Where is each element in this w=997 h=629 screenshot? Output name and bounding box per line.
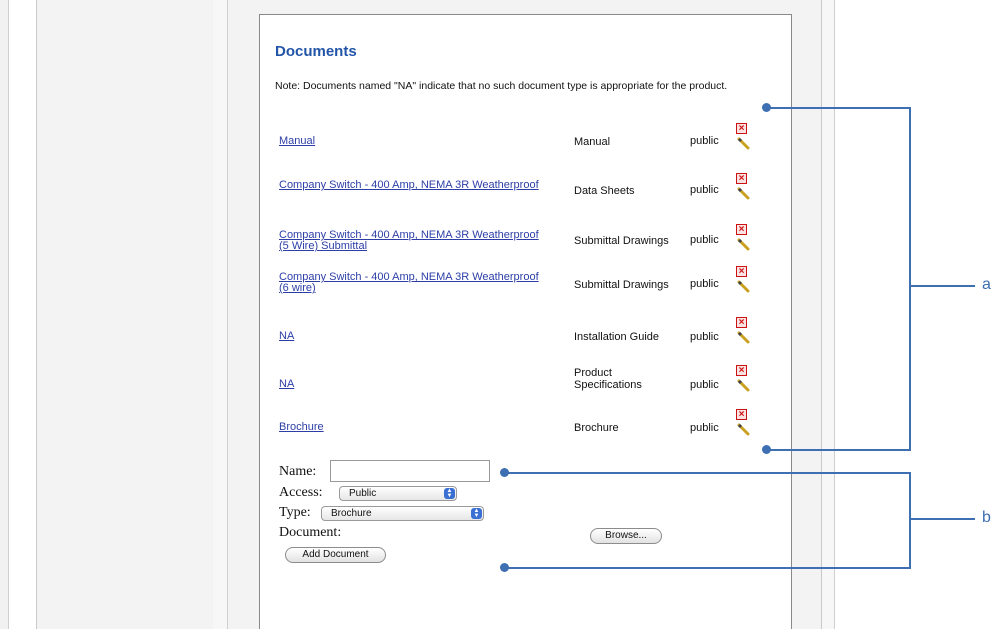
type-label: Type:	[279, 505, 311, 520]
document-row: NA Product Specifications public ×	[260, 365, 793, 401]
delete-x-icon[interactable]: ×	[736, 224, 747, 235]
left-column-edge	[213, 0, 228, 629]
document-row: Company Switch - 400 Amp, NEMA 3R Weathe…	[260, 171, 793, 207]
document-access: public	[690, 379, 719, 391]
delete-x-icon[interactable]: ×	[736, 266, 747, 277]
document-row: Company Switch - 400 Amp, NEMA 3R Weathe…	[260, 221, 793, 257]
document-type: Submittal Drawings	[574, 235, 669, 247]
document-access: public	[690, 184, 719, 196]
pencil-icon[interactable]	[737, 330, 751, 344]
select-arrows-icon: ▲ ▼	[444, 488, 455, 499]
type-selected-value: Brochure	[331, 508, 372, 519]
document-row: Manual Manual public ×	[260, 121, 793, 157]
callout-line	[505, 472, 911, 474]
callout-line	[505, 567, 911, 569]
document-link[interactable]: Manual	[279, 136, 539, 147]
left-frame	[0, 0, 9, 629]
callout-line	[911, 518, 975, 520]
access-select[interactable]: Public ▲ ▼	[339, 486, 457, 501]
document-access: public	[690, 234, 719, 246]
document-link[interactable]: NA	[279, 331, 539, 342]
document-label: Document:	[279, 525, 342, 540]
callout-line	[767, 107, 911, 109]
delete-x-icon[interactable]: ×	[736, 123, 747, 134]
pencil-icon[interactable]	[737, 237, 751, 251]
right-frame	[822, 0, 835, 629]
delete-x-icon[interactable]: ×	[736, 409, 747, 420]
documents-panel: Documents Note: Documents named "NA" ind…	[259, 14, 792, 629]
document-access: public	[690, 135, 719, 147]
name-input[interactable]	[330, 460, 490, 482]
callout-bracket	[909, 107, 911, 451]
browse-button[interactable]: Browse...	[590, 528, 662, 544]
document-link[interactable]: Company Switch - 400 Amp, NEMA 3R Weathe…	[279, 272, 539, 294]
callout-bracket	[909, 472, 911, 569]
document-access: public	[690, 422, 719, 434]
document-type: Product Specifications	[574, 367, 642, 391]
document-link[interactable]: Company Switch - 400 Amp, NEMA 3R Weathe…	[279, 230, 539, 252]
callout-line	[767, 449, 911, 451]
callout-line	[911, 285, 975, 287]
name-label: Name:	[279, 464, 317, 479]
pencil-icon[interactable]	[737, 136, 751, 150]
document-type: Installation Guide	[574, 331, 659, 343]
pencil-icon[interactable]	[737, 378, 751, 392]
document-row: NA Installation Guide public ×	[260, 317, 793, 353]
callout-label-b: b	[982, 509, 991, 526]
add-document-button[interactable]: Add Document	[285, 547, 386, 563]
document-row: Brochure Brochure public ×	[260, 409, 793, 448]
document-link[interactable]: NA	[279, 379, 539, 390]
pencil-icon[interactable]	[737, 186, 751, 200]
document-type: Brochure	[574, 422, 619, 434]
delete-x-icon[interactable]: ×	[736, 317, 747, 328]
access-label: Access:	[279, 485, 323, 500]
pencil-icon[interactable]	[737, 422, 751, 436]
documents-note: Note: Documents named "NA" indicate that…	[275, 80, 728, 92]
callout-label-a: a	[982, 276, 991, 293]
documents-title: Documents	[275, 43, 357, 60]
access-selected-value: Public	[349, 488, 377, 499]
document-row: Company Switch - 400 Amp, NEMA 3R Weathe…	[260, 266, 793, 305]
document-access: public	[690, 331, 719, 343]
left-column	[36, 0, 214, 629]
document-type: Data Sheets	[574, 185, 635, 197]
type-select[interactable]: Brochure ▲ ▼	[321, 506, 484, 521]
document-link[interactable]: Brochure	[279, 422, 539, 433]
delete-x-icon[interactable]: ×	[736, 173, 747, 184]
delete-x-icon[interactable]: ×	[736, 365, 747, 376]
document-type: Manual	[574, 136, 611, 148]
document-access: public	[690, 278, 719, 290]
document-type: Submittal Drawings	[574, 279, 669, 291]
document-link[interactable]: Company Switch - 400 Amp, NEMA 3R Weathe…	[279, 180, 539, 191]
select-arrows-icon: ▲ ▼	[471, 508, 482, 519]
pencil-icon[interactable]	[737, 279, 751, 293]
